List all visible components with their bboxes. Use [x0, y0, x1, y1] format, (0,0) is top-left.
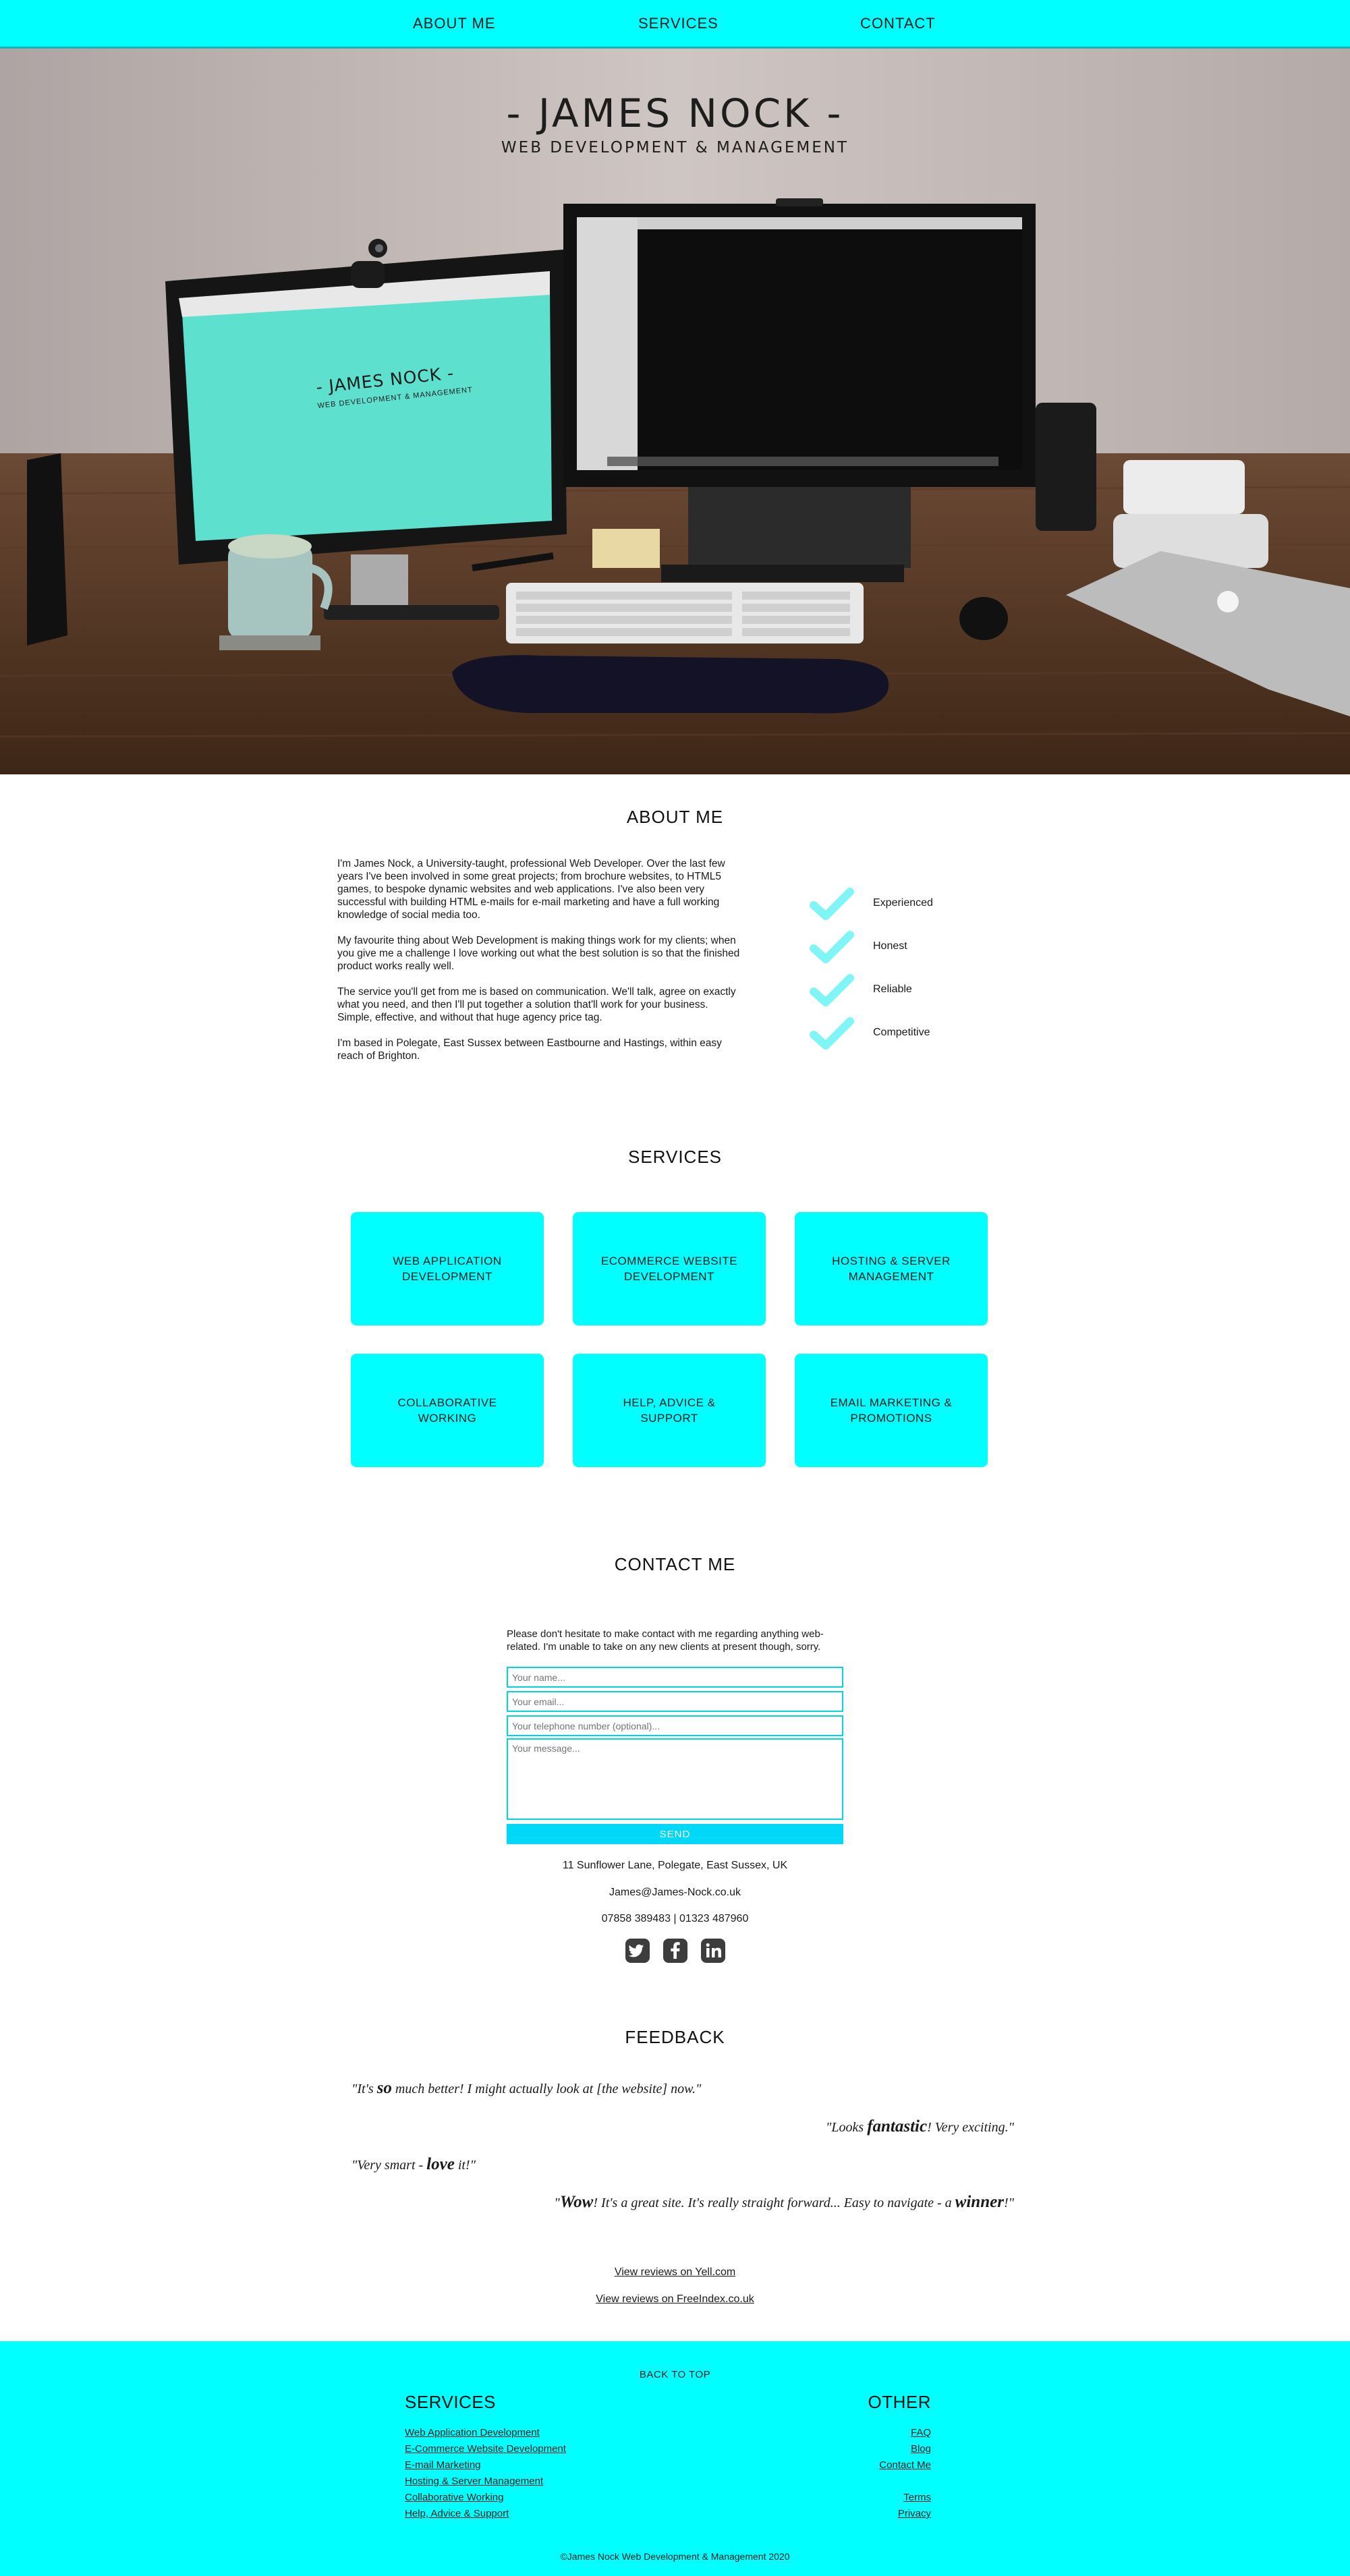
service-card-collaborative[interactable]: COLLABORATIVE WORKING [351, 1354, 544, 1467]
contact-address: 11 Sunflower Lane, Polegate, East Sussex… [562, 1860, 788, 1871]
quote-text: "It's [351, 2082, 377, 2096]
quote-text: " [554, 2196, 560, 2210]
quote-text: ! It's a great site. It's really straigh… [593, 2196, 955, 2210]
contact-intro: Please don't hesitate to make contact wi… [507, 1628, 824, 1653]
footer-link-privacy[interactable]: Privacy [898, 2508, 931, 2519]
service-card-web-application[interactable]: WEB APPLICATION DEVELOPMENT [351, 1212, 544, 1325]
footer-services-heading: SERVICES [405, 2392, 497, 2412]
twitter-icon[interactable] [625, 1939, 650, 1963]
about-paragraph: The service you'll get from me is based … [337, 986, 736, 1023]
footer-link-collaborative[interactable]: Collaborative Working [405, 2492, 503, 2503]
back-to-top-link[interactable]: BACK TO TOP [0, 2369, 1350, 2380]
desk-photo [0, 49, 1350, 774]
quality-label: Experienced [873, 897, 933, 909]
hero-subtitle: WEB DEVELOPMENT & MANAGEMENT [501, 139, 849, 156]
about-paragraph: I'm based in Polegate, East Sussex betwe… [337, 1037, 722, 1062]
quote-emphasis: so [376, 2079, 392, 2097]
service-card-ecommerce[interactable]: ECOMMERCE WEBSITE DEVELOPMENT [573, 1212, 766, 1325]
footer-link-faq[interactable]: FAQ [911, 2427, 931, 2438]
quote-text: much better! I might actually look at [t… [391, 2082, 702, 2096]
service-card-email-marketing[interactable]: EMAIL MARKETING & PROMOTIONS [795, 1354, 988, 1467]
service-card-hosting[interactable]: HOSTING & SERVER MANAGEMENT [795, 1212, 988, 1325]
quote-text: !" [1003, 2196, 1014, 2210]
contact-heading: CONTACT ME [614, 1554, 736, 1574]
footer-link-hosting[interactable]: Hosting & Server Management [405, 2475, 543, 2487]
footer-link-help-advice[interactable]: Help, Advice & Support [405, 2508, 509, 2519]
checkmark-icon [810, 974, 854, 1006]
hero-title: - JAMES NOCK - [506, 90, 844, 136]
feedback-quote: "Looks fantastic! Very exciting." [826, 2117, 1014, 2136]
quote-emphasis: winner [955, 2193, 1004, 2211]
footer: BACK TO TOP SERVICES OTHER Web Applicati… [0, 2341, 1350, 2576]
nav-about-link[interactable]: ABOUT ME [413, 15, 496, 32]
message-textarea[interactable] [507, 1738, 843, 1820]
hero-banner: - JAMES NOCK - WEB DEVELOPMENT & MANAGEM… [0, 49, 1350, 774]
quality-label: Honest [873, 940, 907, 952]
about-paragraph: I'm James Nock, a University-taught, pro… [337, 858, 725, 921]
email-input[interactable] [507, 1691, 843, 1712]
checkmark-icon [810, 931, 854, 963]
quote-emphasis: fantastic [867, 2117, 928, 2136]
facebook-icon[interactable] [663, 1939, 687, 1963]
quote-text: "Looks [826, 2120, 868, 2135]
about-text: I'm James Nock, a University-taught, pro… [337, 857, 742, 1075]
top-nav: ABOUT ME SERVICES CONTACT [0, 0, 1350, 49]
footer-link-email-marketing[interactable]: E-mail Marketing [405, 2459, 481, 2471]
yell-reviews-link[interactable]: View reviews on Yell.com [0, 2266, 1350, 2279]
feedback-quote: "It's so much better! I might actually l… [351, 2079, 701, 2098]
footer-link-web-application[interactable]: Web Application Development [405, 2427, 540, 2438]
footer-link-ecommerce[interactable]: E-Commerce Website Development [405, 2443, 566, 2455]
quote-emphasis: Wow [559, 2193, 594, 2211]
quote-emphasis: love [426, 2155, 455, 2173]
nav-contact-link[interactable]: CONTACT [860, 15, 936, 32]
linkedin-icon[interactable] [701, 1939, 725, 1963]
quote-text: it!" [454, 2158, 476, 2173]
footer-link-contact-me[interactable]: Contact Me [879, 2459, 931, 2471]
services-heading: SERVICES [627, 1147, 722, 1167]
name-input[interactable] [507, 1667, 843, 1688]
footer-link-terms[interactable]: Terms [903, 2492, 931, 2503]
feedback-quote: "Wow! It's a great site. It's really str… [554, 2193, 1014, 2212]
footer-link-blog[interactable]: Blog [911, 2443, 931, 2455]
checkmark-icon [810, 888, 854, 920]
feedback-quote: "Very smart - love it!" [351, 2155, 476, 2174]
contact-phone: 07858 389483 | 01323 487960 [601, 1913, 749, 1924]
footer-other-heading: OTHER [868, 2392, 931, 2412]
feedback-heading: FEEDBACK [625, 2027, 725, 2047]
phone-input[interactable] [507, 1715, 843, 1736]
copyright: ©James Nock Web Development & Management… [560, 2551, 790, 2562]
quote-text: ! Very exciting." [927, 2120, 1014, 2135]
contact-email: James@James-Nock.co.uk [609, 1887, 741, 1898]
about-heading: ABOUT ME [626, 807, 724, 827]
send-button[interactable]: SEND [507, 1824, 843, 1844]
quality-label: Reliable [873, 983, 912, 995]
freeindex-reviews-link[interactable]: View reviews on FreeIndex.co.uk [0, 2293, 1350, 2306]
checkmark-icon [810, 1017, 854, 1050]
service-card-help-advice[interactable]: HELP, ADVICE & SUPPORT [573, 1354, 766, 1467]
quality-label: Competitive [873, 1027, 930, 1038]
nav-services-link[interactable]: SERVICES [638, 15, 719, 32]
about-paragraph: My favourite thing about Web Development… [337, 935, 740, 972]
quote-text: "Very smart - [351, 2158, 427, 2173]
